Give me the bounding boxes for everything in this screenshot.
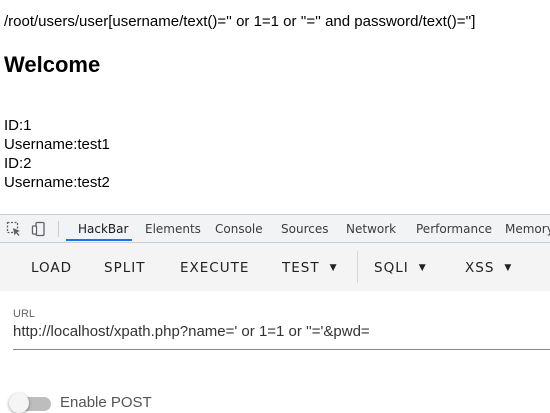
sqli-dropdown-label: SQLI [374,260,409,276]
url-input-underline [13,349,550,350]
execute-button[interactable]: EXECUTE [180,260,249,276]
page-title: Welcome [4,52,101,77]
user-records: ID:1 Username:test1 ID:2 Username:test2 [4,116,110,192]
toolbar-divider [58,221,59,237]
record-id: ID:1 [4,117,32,134]
record-username: Username:test2 [4,174,110,191]
tab-memory[interactable]: Memory [505,222,550,236]
record-id: ID:2 [4,155,32,172]
url-input[interactable]: http://localhost/xpath.php?name=' or 1=1… [13,323,370,340]
devtools-panel: HackBar Elements Console Sources Network… [0,214,550,413]
test-dropdown-label: TEST [282,260,320,276]
xss-dropdown-button[interactable]: XSS ▼ [465,260,512,276]
chevron-down-icon: ▼ [329,263,338,273]
load-button[interactable]: LOAD [31,260,72,276]
xss-dropdown-label: XSS [465,260,495,276]
toolbar-divider [357,251,358,283]
url-label: URL [13,308,36,320]
chevron-down-icon: ▼ [418,263,427,273]
record-username: Username:test1 [4,136,110,153]
tab-performance[interactable]: Performance [416,222,492,236]
xpath-query-text: /root/users/user[username/text()='' or 1… [4,13,476,30]
split-button[interactable]: SPLIT [104,260,145,276]
tab-elements[interactable]: Elements [145,222,201,236]
hackbar-toolbar: LOAD SPLIT EXECUTE TEST ▼ SQLI ▼ XSS ▼ [0,243,550,291]
tab-sources[interactable]: Sources [281,222,328,236]
devtools-tab-bar: HackBar Elements Console Sources Network… [0,215,550,243]
device-toolbar-icon[interactable] [31,221,47,237]
url-field-area: URL http://localhost/xpath.php?name=' or… [0,291,550,413]
tab-console[interactable]: Console [215,222,263,236]
tab-hackbar[interactable]: HackBar [78,222,128,236]
inspect-element-icon[interactable] [6,221,22,237]
tab-network[interactable]: Network [346,222,396,236]
chevron-down-icon: ▼ [504,263,513,273]
enable-post-toggle[interactable] [9,393,29,413]
page-content: /root/users/user[username/text()='' or 1… [0,0,550,214]
active-tab-indicator [66,239,132,241]
sqli-dropdown-button[interactable]: SQLI ▼ [374,260,427,276]
test-dropdown-button[interactable]: TEST ▼ [282,260,338,276]
